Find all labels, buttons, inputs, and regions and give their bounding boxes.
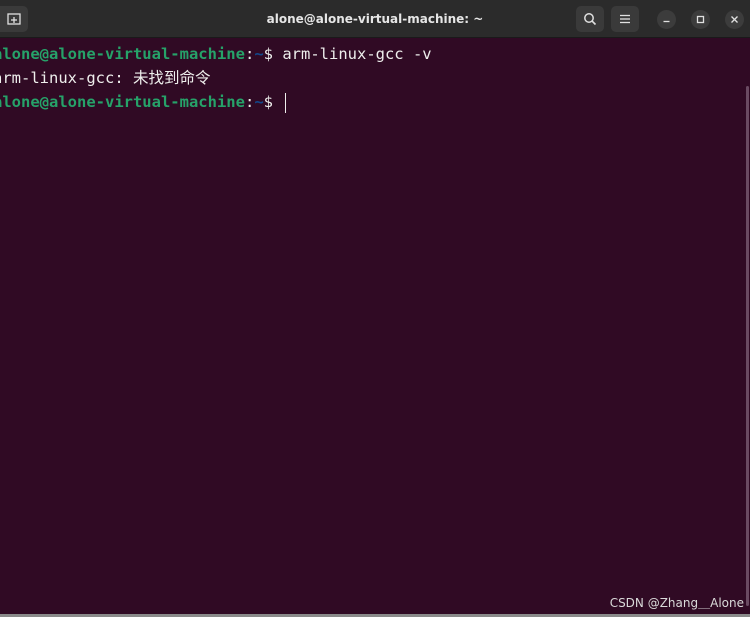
- prompt-user-host: alone@alone-virtual-machine: [0, 45, 245, 63]
- watermark: CSDN @Zhang＿Alone: [609, 596, 744, 610]
- menu-button[interactable]: [611, 6, 639, 32]
- maximize-icon: [696, 15, 705, 24]
- minimize-icon: [663, 20, 670, 23]
- text-cursor: [285, 92, 287, 113]
- scrollbar-thumb[interactable]: [746, 86, 749, 606]
- new-tab-button[interactable]: [0, 6, 28, 32]
- prompt-path: ~: [254, 45, 264, 63]
- prompt-separator: :: [244, 45, 255, 63]
- close-icon: [731, 16, 738, 23]
- command-output: arm-linux-gcc: 未找到命令: [0, 69, 211, 87]
- command-text: arm-linux-gcc -v: [282, 45, 432, 63]
- prompt-user-host: alone@alone-virtual-machine: [0, 93, 245, 111]
- terminal-window: alone@alone-virtual-machine: ~ alone@alo…: [0, 0, 750, 617]
- minimize-button[interactable]: [657, 10, 676, 29]
- maximize-button[interactable]: [691, 10, 710, 29]
- terminal-line: alone@alone-virtual-machine:~$ arm-linux…: [0, 42, 432, 66]
- hamburger-menu-icon: [620, 14, 630, 24]
- prompt-symbol: $: [263, 93, 283, 111]
- search-button[interactable]: [576, 6, 604, 32]
- scrollbar[interactable]: [744, 38, 750, 614]
- search-icon: [584, 13, 597, 26]
- new-tab-icon: [7, 13, 21, 25]
- terminal-line: alone@alone-virtual-machine:~$: [0, 90, 287, 114]
- terminal-output-area[interactable]: alone@alone-virtual-machine:~$ arm-linux…: [0, 38, 744, 614]
- prompt-path: ~: [254, 93, 264, 111]
- prompt-separator: :: [244, 93, 255, 111]
- close-button[interactable]: [725, 10, 744, 29]
- terminal-line: arm-linux-gcc: 未找到命令: [0, 66, 210, 90]
- prompt-symbol: $: [263, 45, 283, 63]
- title-bar[interactable]: alone@alone-virtual-machine: ~: [0, 0, 750, 38]
